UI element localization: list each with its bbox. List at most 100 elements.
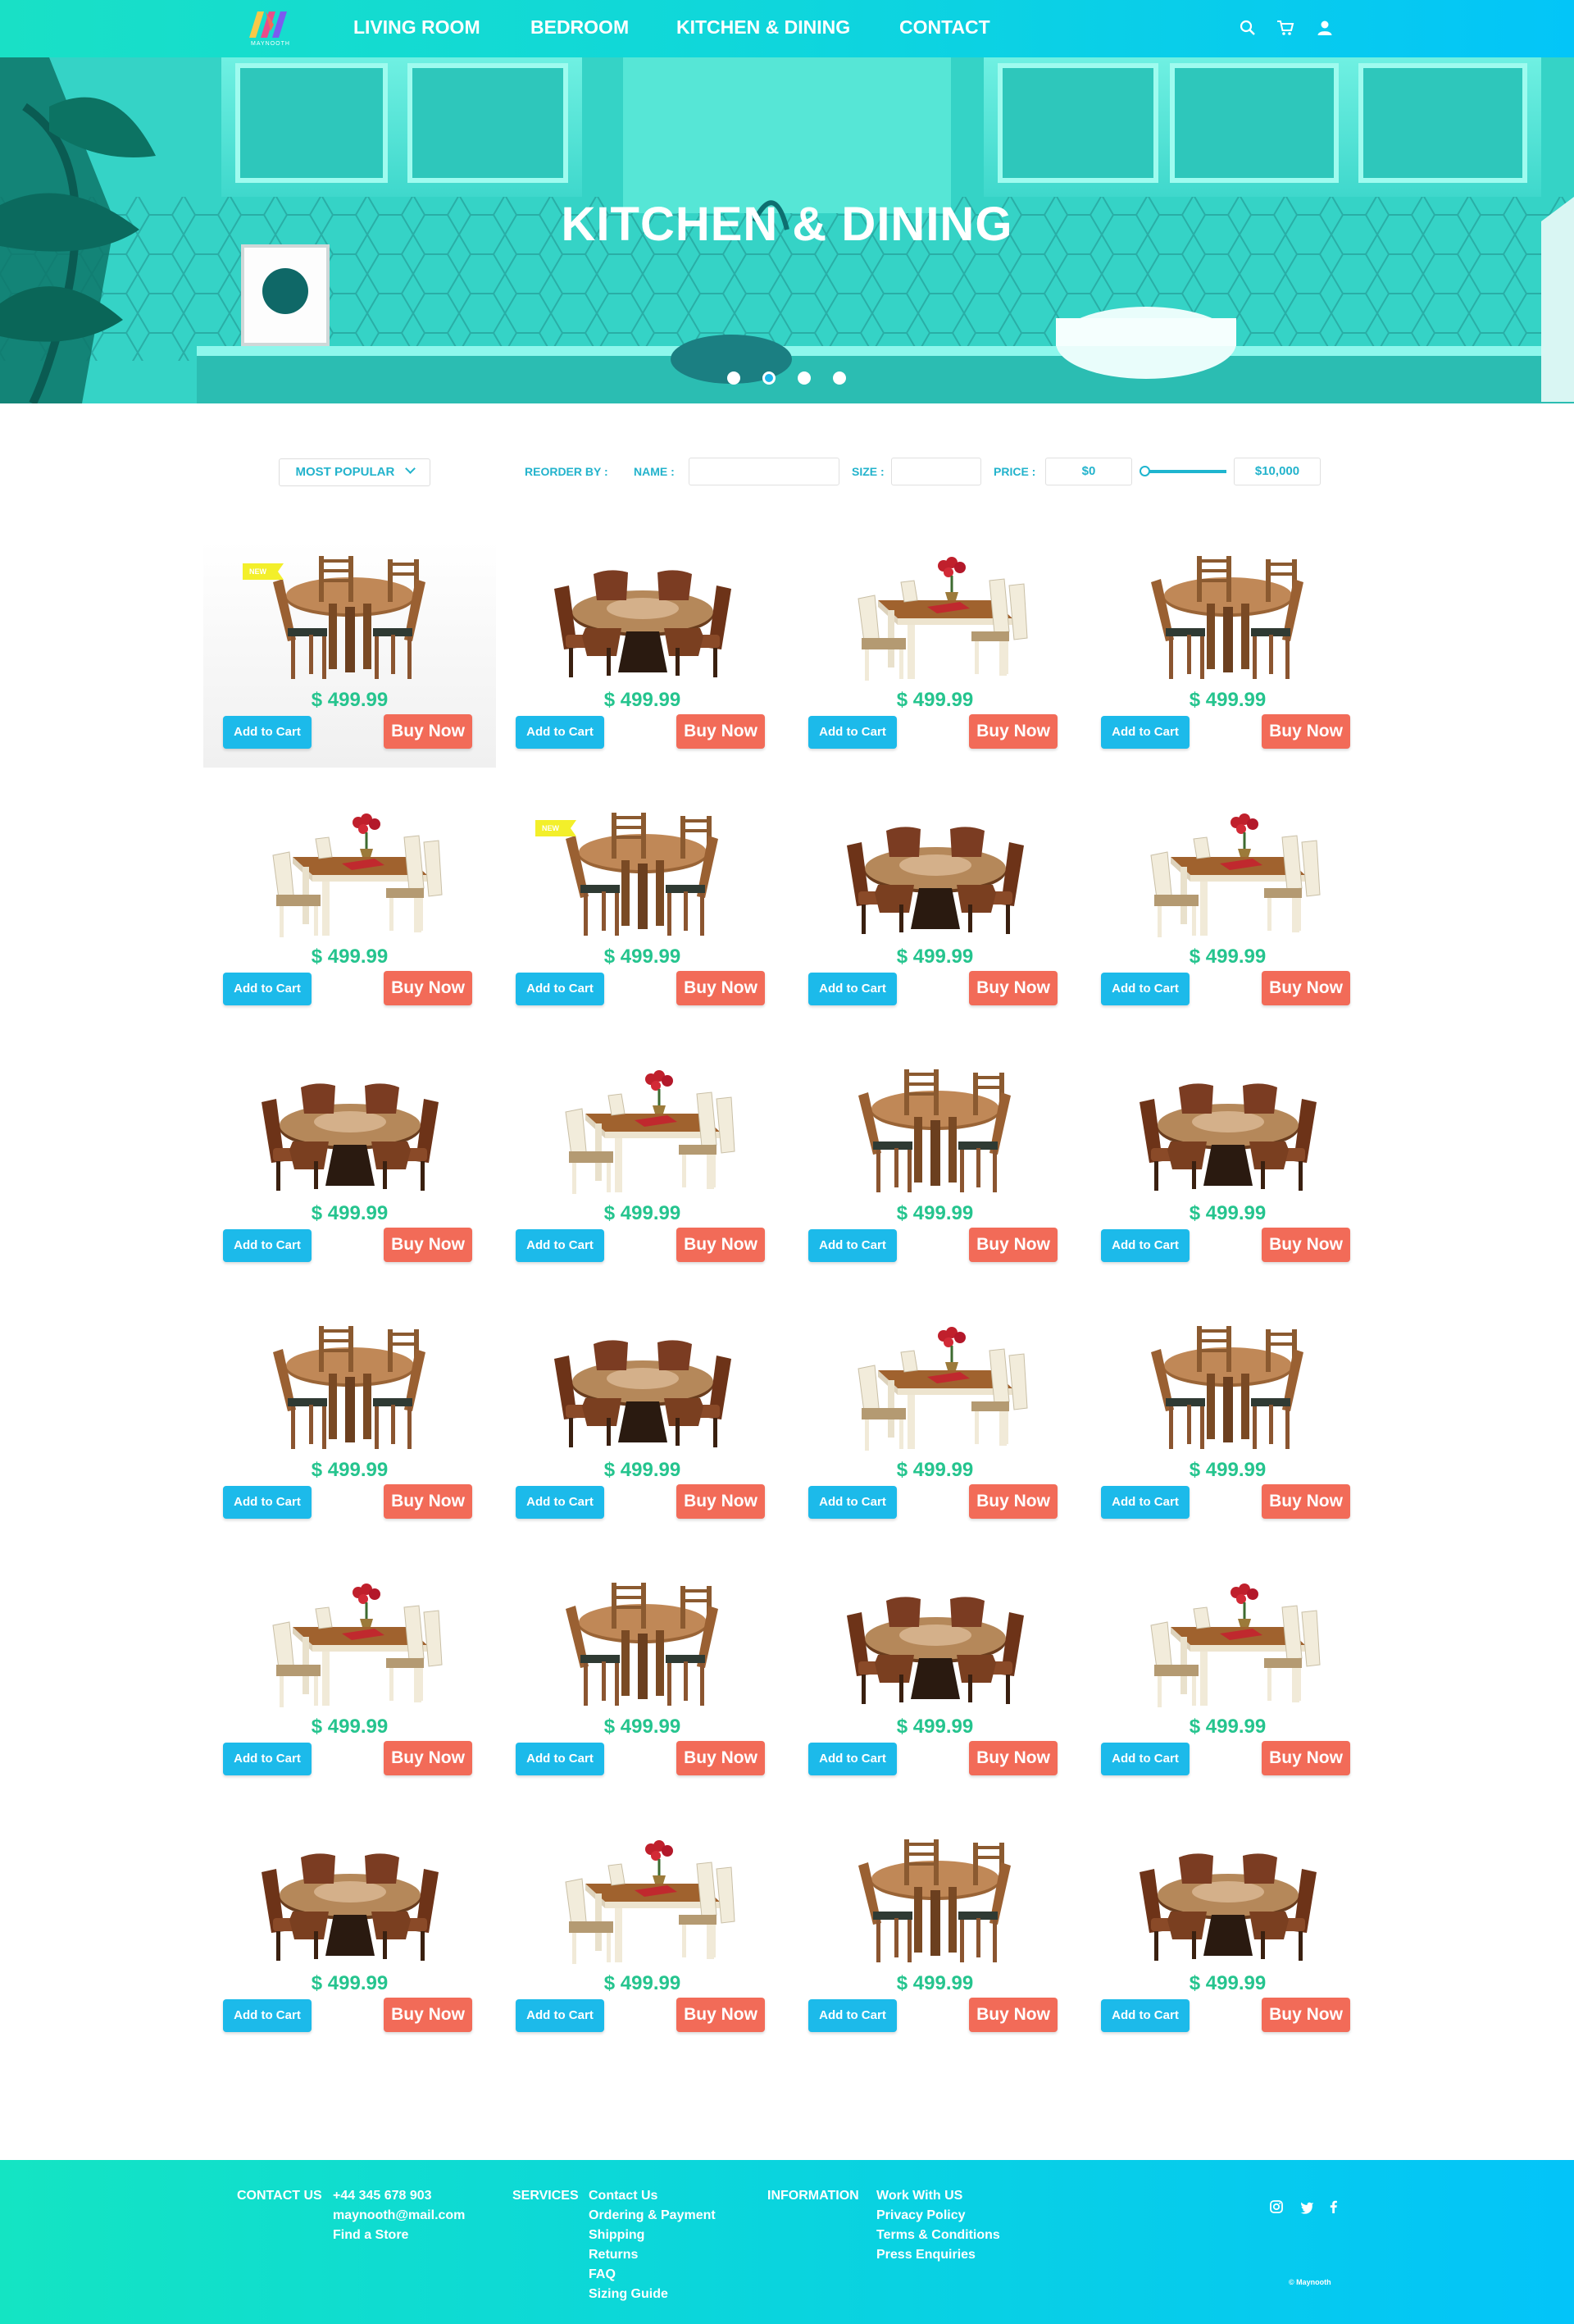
nav-contact[interactable]: CONTACT [899, 16, 990, 39]
buy-now-button[interactable]: Buy Now [969, 1998, 1058, 2032]
buy-now-button[interactable]: Buy Now [384, 1228, 472, 1262]
product-image[interactable] [1121, 1576, 1335, 1716]
buy-now-button[interactable]: Buy Now [969, 971, 1058, 1005]
add-to-cart-button[interactable]: Add to Cart [1101, 716, 1190, 749]
add-to-cart-button[interactable]: Add to Cart [516, 1743, 604, 1775]
product-card[interactable]: $ 499.99 Add to Cart Buy Now [789, 798, 1081, 1024]
footer-link-press-enquiries[interactable]: Press Enquiries [876, 2245, 1000, 2265]
product-card[interactable]: NEW $ 499.99 Add to Cart Buy Now [496, 798, 789, 1024]
buy-now-button[interactable]: Buy Now [676, 714, 765, 749]
buy-now-button[interactable]: Buy Now [969, 1484, 1058, 1519]
buy-now-button[interactable]: Buy Now [384, 1741, 472, 1775]
add-to-cart-button[interactable]: Add to Cart [808, 1999, 897, 2032]
buy-now-button[interactable]: Buy Now [676, 971, 765, 1005]
instagram-icon[interactable] [1269, 2199, 1284, 2214]
nav-living-room[interactable]: LIVING ROOM [353, 16, 480, 39]
nav-kitchen-dining[interactable]: KITCHEN & DINING [676, 16, 850, 39]
add-to-cart-button[interactable]: Add to Cart [223, 1743, 312, 1775]
product-image[interactable] [536, 549, 749, 689]
add-to-cart-button[interactable]: Add to Cart [1101, 1743, 1190, 1775]
product-image[interactable] [243, 1319, 457, 1459]
footer-phone[interactable]: +44 345 678 903 [333, 2186, 465, 2206]
add-to-cart-button[interactable]: Add to Cart [808, 716, 897, 749]
buy-now-button[interactable]: Buy Now [384, 971, 472, 1005]
footer-link-sizing-guide[interactable]: Sizing Guide [589, 2285, 716, 2304]
add-to-cart-button[interactable]: Add to Cart [808, 1229, 897, 1262]
product-card[interactable]: $ 499.99 Add to Cart Buy Now [203, 1568, 496, 1794]
footer-find-store[interactable]: Find a Store [333, 2226, 465, 2245]
add-to-cart-button[interactable]: Add to Cart [1101, 1486, 1190, 1519]
footer-email[interactable]: maynooth@mail.com [333, 2206, 465, 2226]
buy-now-button[interactable]: Buy Now [1262, 1998, 1350, 2032]
product-card[interactable]: $ 499.99 Add to Cart Buy Now [789, 1825, 1081, 2051]
buy-now-button[interactable]: Buy Now [1262, 971, 1350, 1005]
product-card[interactable]: $ 499.99 Add to Cart Buy Now [1081, 1568, 1374, 1794]
product-card[interactable]: $ 499.99 Add to Cart Buy Now [496, 1825, 789, 2051]
buy-now-button[interactable]: Buy Now [384, 714, 472, 749]
slider-dot-4[interactable] [833, 371, 846, 385]
product-card[interactable]: $ 499.99 Add to Cart Buy Now [496, 1055, 789, 1281]
buy-now-button[interactable]: Buy Now [676, 1228, 765, 1262]
product-image[interactable] [829, 549, 1042, 689]
add-to-cart-button[interactable]: Add to Cart [223, 1999, 312, 2032]
product-image[interactable] [243, 1576, 457, 1716]
product-image[interactable] [243, 806, 457, 946]
buy-now-button[interactable]: Buy Now [676, 1741, 765, 1775]
add-to-cart-button[interactable]: Add to Cart [223, 716, 312, 749]
product-image[interactable] [829, 1319, 1042, 1459]
product-card[interactable]: $ 499.99 Add to Cart Buy Now [1081, 798, 1374, 1024]
add-to-cart-button[interactable]: Add to Cart [516, 716, 604, 749]
buy-now-button[interactable]: Buy Now [969, 714, 1058, 749]
product-image[interactable] [243, 1063, 457, 1202]
product-image[interactable] [536, 1319, 749, 1459]
slider-dot-3[interactable] [798, 371, 811, 385]
product-card[interactable]: $ 499.99 Add to Cart Buy Now [496, 541, 789, 768]
cart-icon[interactable] [1276, 18, 1295, 38]
sort-dropdown[interactable]: MOST POPULAR [279, 458, 430, 486]
add-to-cart-button[interactable]: Add to Cart [808, 1743, 897, 1775]
product-image[interactable] [536, 1576, 749, 1716]
add-to-cart-button[interactable]: Add to Cart [223, 973, 312, 1005]
product-image[interactable] [243, 1833, 457, 1972]
product-image[interactable] [1121, 1319, 1335, 1459]
buy-now-button[interactable]: Buy Now [676, 1998, 765, 2032]
add-to-cart-button[interactable]: Add to Cart [516, 1999, 604, 2032]
add-to-cart-button[interactable]: Add to Cart [516, 973, 604, 1005]
buy-now-button[interactable]: Buy Now [1262, 1484, 1350, 1519]
add-to-cart-button[interactable]: Add to Cart [1101, 1229, 1190, 1262]
product-card[interactable]: $ 499.99 Add to Cart Buy Now [203, 1825, 496, 2051]
footer-link-returns[interactable]: Returns [589, 2245, 716, 2265]
product-image[interactable] [1121, 549, 1335, 689]
buy-now-button[interactable]: Buy Now [1262, 1741, 1350, 1775]
product-image[interactable] [829, 1833, 1042, 1972]
product-card[interactable]: $ 499.99 Add to Cart Buy Now [789, 1568, 1081, 1794]
product-card[interactable]: $ 499.99 Add to Cart Buy Now [496, 1311, 789, 1538]
buy-now-button[interactable]: Buy Now [676, 1484, 765, 1519]
product-image[interactable] [1121, 1833, 1335, 1972]
buy-now-button[interactable]: Buy Now [1262, 1228, 1350, 1262]
product-image[interactable] [829, 806, 1042, 946]
price-slider-track[interactable] [1144, 470, 1226, 473]
add-to-cart-button[interactable]: Add to Cart [516, 1486, 604, 1519]
add-to-cart-button[interactable]: Add to Cart [808, 973, 897, 1005]
footer-link-shipping[interactable]: Shipping [589, 2226, 716, 2245]
add-to-cart-button[interactable]: Add to Cart [516, 1229, 604, 1262]
add-to-cart-button[interactable]: Add to Cart [808, 1486, 897, 1519]
facebook-icon[interactable] [1326, 2199, 1341, 2214]
product-image[interactable] [829, 1063, 1042, 1202]
name-input[interactable] [689, 458, 839, 485]
price-slider-handle[interactable] [1140, 466, 1150, 476]
product-image[interactable] [536, 1063, 749, 1202]
footer-link-terms-conditions[interactable]: Terms & Conditions [876, 2226, 1000, 2245]
size-input[interactable] [891, 458, 981, 485]
buy-now-button[interactable]: Buy Now [969, 1741, 1058, 1775]
product-image[interactable] [829, 1576, 1042, 1716]
add-to-cart-button[interactable]: Add to Cart [223, 1486, 312, 1519]
product-card[interactable]: $ 499.99 Add to Cart Buy Now [1081, 541, 1374, 768]
product-card[interactable]: NEW $ 499.99 Add to Cart Buy Now [203, 541, 496, 768]
buy-now-button[interactable]: Buy Now [384, 1998, 472, 2032]
twitter-icon[interactable] [1299, 2199, 1314, 2214]
price-max-input[interactable]: $10,000 [1234, 458, 1321, 485]
product-card[interactable]: $ 499.99 Add to Cart Buy Now [1081, 1055, 1374, 1281]
product-card[interactable]: $ 499.99 Add to Cart Buy Now [496, 1568, 789, 1794]
